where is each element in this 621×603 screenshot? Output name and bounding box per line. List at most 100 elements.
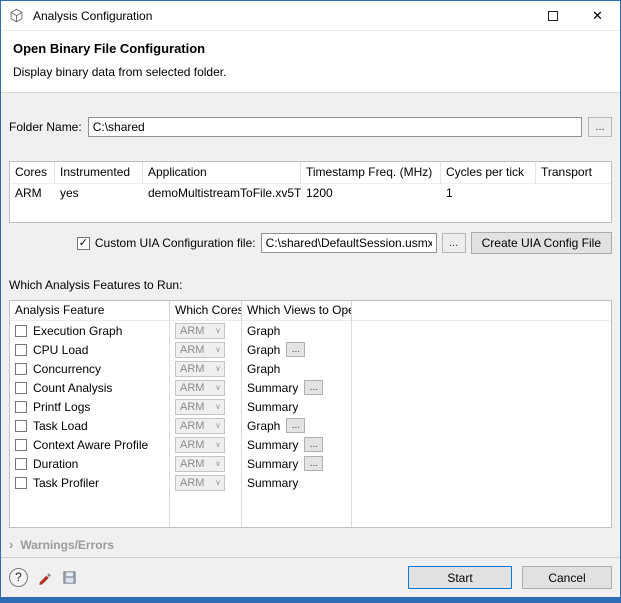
feature-checkbox[interactable]	[15, 362, 27, 375]
feature-label: Task Load	[33, 418, 88, 433]
view-options-button[interactable]: ...	[304, 437, 324, 452]
feature-checkbox[interactable]	[15, 324, 27, 337]
analysis-configuration-dialog: Analysis Configuration ✕ Open Binary Fil…	[0, 0, 621, 603]
view-label: Summary	[247, 437, 299, 452]
folder-name-input[interactable]	[87, 117, 582, 137]
feature-label: Task Profiler	[33, 475, 100, 490]
cores-dropdown[interactable]: ARM ∨	[175, 436, 225, 453]
chevron-down-icon: ∨	[215, 345, 221, 354]
feature-checkbox[interactable]	[15, 457, 27, 470]
chevron-down-icon: ∨	[215, 383, 221, 392]
view-options-button[interactable]: ...	[304, 380, 324, 395]
feature-checkbox[interactable]	[15, 419, 27, 432]
feature-row[interactable]: Concurrency	[10, 359, 170, 378]
expander-arrow-icon: ›	[9, 537, 14, 552]
column-header-cores[interactable]: Cores	[10, 162, 55, 184]
view-label: Summary	[247, 475, 299, 490]
toolbar-pen-button[interactable]	[36, 569, 53, 586]
custom-uia-checkbox[interactable]: ✓	[76, 236, 90, 250]
cancel-button[interactable]: Cancel	[522, 566, 612, 589]
cores-dropdown[interactable]: ARM ∨	[175, 417, 225, 434]
cores-dropdown[interactable]: ARM ∨	[175, 360, 225, 377]
analysis-features-table: Analysis Feature Which Cores Which Views…	[9, 300, 612, 528]
view-options-button[interactable]: ...	[304, 456, 324, 471]
close-icon: ✕	[592, 7, 603, 23]
chevron-down-icon: ∨	[215, 402, 221, 411]
feature-label: Execution Graph	[33, 323, 123, 338]
warnings-errors-label: Warnings/Errors	[20, 537, 114, 552]
view-label: Graph	[247, 418, 281, 433]
start-button[interactable]: Start	[408, 566, 512, 589]
chevron-down-icon: ∨	[215, 326, 221, 335]
warnings-errors-expander[interactable]: › Warnings/Errors	[9, 537, 612, 552]
page-subtitle: Display binary data from selected folder…	[13, 65, 227, 79]
uia-browse-button[interactable]: ...	[441, 233, 466, 253]
custom-uia-row: ✓ Custom UIA Configuration file: ... Cre…	[9, 232, 612, 254]
column-header-transport[interactable]: Transport	[536, 162, 611, 184]
cell-timestamp-freq[interactable]: 1200	[301, 184, 441, 204]
cell-cycles-per-tick[interactable]: 1	[441, 184, 536, 204]
column-header-which-cores[interactable]: Which Cores	[170, 301, 242, 321]
feature-label: Count Analysis	[33, 380, 113, 395]
feature-label: CPU Load	[33, 342, 89, 357]
dialog-body: Folder Name: ... Cores Instrumented Appl…	[1, 93, 620, 557]
column-header-analysis-feature[interactable]: Analysis Feature	[10, 301, 170, 321]
cores-dropdown[interactable]: ARM ∨	[175, 474, 225, 491]
feature-row[interactable]: Task Profiler	[10, 473, 170, 492]
uia-config-file-input[interactable]	[260, 233, 437, 253]
titlebar: Analysis Configuration ✕	[1, 1, 620, 31]
app-icon	[9, 8, 25, 24]
view-options-button[interactable]: ...	[286, 342, 306, 357]
feature-checkbox[interactable]	[15, 381, 27, 394]
cell-transport[interactable]	[536, 184, 611, 204]
column-header-timestamp-freq[interactable]: Timestamp Freq. (MHz)	[301, 162, 441, 184]
column-header-filler	[352, 301, 611, 321]
maximize-button[interactable]	[530, 1, 575, 30]
view-options-button[interactable]: ...	[286, 418, 306, 433]
window-controls: ✕	[530, 1, 620, 30]
column-header-which-views[interactable]: Which Views to Open	[242, 301, 352, 321]
folder-name-row: Folder Name: ...	[9, 117, 612, 137]
wizard-header: Open Binary File Configuration Display b…	[1, 31, 620, 93]
cell-application[interactable]: demoMultistreamToFile.xv5T	[143, 184, 301, 204]
feature-label: Context Aware Profile	[33, 437, 149, 452]
cores-dropdown[interactable]: ARM ∨	[175, 379, 225, 396]
cores-dropdown[interactable]: ARM ∨	[175, 398, 225, 415]
column-header-cycles-per-tick[interactable]: Cycles per tick	[441, 162, 536, 184]
feature-label: Concurrency	[33, 361, 102, 376]
cell-instrumented[interactable]: yes	[55, 184, 143, 204]
close-button[interactable]: ✕	[575, 1, 620, 30]
folder-browse-button[interactable]: ...	[588, 117, 612, 137]
features-table-empty-area	[10, 492, 170, 527]
feature-row[interactable]: Printf Logs	[10, 397, 170, 416]
view-label: Summary	[247, 456, 299, 471]
feature-row[interactable]: Count Analysis	[10, 378, 170, 397]
view-label: Graph	[247, 323, 281, 338]
cores-dropdown[interactable]: ARM ∨	[175, 341, 225, 358]
maximize-icon	[547, 10, 558, 21]
cores-dropdown[interactable]: ARM ∨	[175, 455, 225, 472]
toolbar-save-button[interactable]	[61, 569, 78, 586]
column-header-application[interactable]: Application	[143, 162, 301, 184]
feature-checkbox[interactable]	[15, 438, 27, 451]
feature-row[interactable]: Duration	[10, 454, 170, 473]
feature-checkbox[interactable]	[15, 343, 27, 356]
help-button[interactable]: ?	[9, 568, 28, 587]
feature-checkbox[interactable]	[15, 476, 27, 489]
feature-checkbox[interactable]	[15, 400, 27, 413]
cell-cores[interactable]: ARM	[10, 184, 55, 204]
chevron-down-icon: ∨	[215, 364, 221, 373]
window-title: Analysis Configuration	[33, 8, 153, 23]
feature-row[interactable]: Task Load	[10, 416, 170, 435]
create-uia-config-button[interactable]: Create UIA Config File	[470, 232, 612, 254]
action-buttons: Start Cancel	[408, 566, 612, 589]
dialog-footer: ? Start Cancel	[1, 557, 620, 597]
chevron-down-icon: ∨	[215, 459, 221, 468]
column-header-instrumented[interactable]: Instrumented	[55, 162, 143, 184]
cores-dropdown[interactable]: ARM ∨	[175, 322, 225, 339]
feature-row[interactable]: CPU Load	[10, 340, 170, 359]
feature-row[interactable]: Context Aware Profile	[10, 435, 170, 454]
feature-label: Duration	[33, 456, 79, 471]
feature-row[interactable]: Execution Graph	[10, 321, 170, 340]
view-label: Summary	[247, 399, 299, 414]
